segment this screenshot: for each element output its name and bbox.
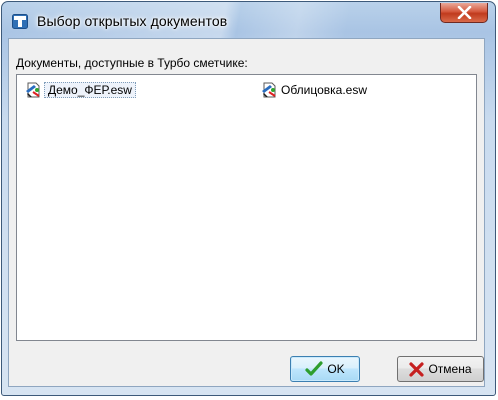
title-bar[interactable]: Выбор открытых документов xyxy=(2,2,495,38)
close-icon xyxy=(457,6,472,19)
close-button[interactable] xyxy=(440,3,488,23)
list-item[interactable]: Демо_ФЕР.esw xyxy=(25,81,136,98)
app-icon xyxy=(12,14,28,29)
ok-button-label: OK xyxy=(327,362,345,376)
estimate-file-icon xyxy=(262,82,276,97)
ok-button[interactable]: OK xyxy=(290,356,360,382)
list-item-label: Демо_ФЕР.esw xyxy=(44,81,136,98)
checkmark-icon xyxy=(305,361,323,376)
list-item-label: Облицовка.esw xyxy=(281,82,368,97)
cancel-button-label: Отмена xyxy=(428,362,472,376)
list-caption: Документы, доступные в Турбо сметчике: xyxy=(16,56,248,70)
window-title: Выбор открытых документов xyxy=(37,13,228,29)
documents-listbox[interactable]: Демо_ФЕР.esw Облицовка.esw xyxy=(16,74,477,341)
cancel-button[interactable]: Отмена xyxy=(397,356,484,382)
estimate-file-icon xyxy=(26,82,40,97)
cross-icon xyxy=(409,361,425,377)
list-item[interactable]: Облицовка.esw xyxy=(261,81,368,98)
